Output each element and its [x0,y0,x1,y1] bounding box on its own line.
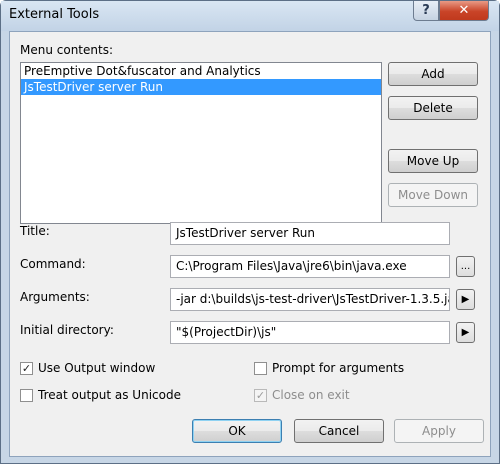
title-bar[interactable]: External Tools ? ✕ [1,1,499,31]
external-tools-dialog: External Tools ? ✕ Menu contents: PreEmp… [0,0,500,464]
title-input[interactable]: JsTestDriver server Run [170,222,450,245]
prompt-arguments-checkbox[interactable] [254,362,267,375]
cancel-button[interactable]: Cancel [294,419,384,443]
list-item-selected[interactable]: JsTestDriver server Run [21,79,381,95]
help-icon: ? [422,3,430,18]
list-item[interactable]: PreEmptive Dot&fuscator and Analytics [21,63,381,79]
ok-button[interactable]: OK [192,419,282,443]
use-output-window-checkbox[interactable]: ✓ [20,362,33,375]
close-on-exit-label: Close on exit [272,388,350,402]
move-up-button[interactable]: Move Up [388,149,478,173]
close-on-exit-checkbox[interactable]: ✓ [254,389,267,402]
dialog-client-area: Menu contents: PreEmptive Dot&fuscator a… [9,31,491,457]
treat-unicode-checkbox[interactable] [20,389,33,402]
arguments-input[interactable]: -jar d:\builds\js-test-driver\JsTestDriv… [170,288,450,311]
command-label: Command: [20,257,86,271]
use-output-window-label: Use Output window [38,361,156,375]
checkmark-icon: ✓ [255,389,266,402]
prompt-arguments-label: Prompt for arguments [272,361,405,375]
initial-directory-label: Initial directory: [20,323,114,337]
initial-directory-input[interactable]: "$(ProjectDir)\js" [170,321,450,344]
delete-button[interactable]: Delete [388,96,478,120]
window-title: External Tools [9,7,100,22]
treat-unicode-label: Treat output as Unicode [38,388,181,402]
ellipsis-icon: ... [460,261,471,272]
apply-button[interactable]: Apply [394,419,484,443]
arguments-macro-button[interactable]: ▶ [456,289,475,310]
arrow-right-icon: ▶ [461,294,470,305]
menu-contents-list[interactable]: PreEmptive Dot&fuscator and Analytics Js… [20,62,382,224]
close-icon: ✕ [458,3,470,18]
initial-directory-macro-button[interactable]: ▶ [456,322,475,343]
command-input[interactable]: C:\Program Files\Java\jre6\bin\java.exe [170,255,450,278]
arrow-right-icon: ▶ [461,327,470,338]
help-button[interactable]: ? [413,1,439,21]
move-down-button[interactable]: Move Down [388,183,478,207]
arguments-label: Arguments: [20,290,90,304]
close-button[interactable]: ✕ [439,1,489,21]
title-label: Title: [20,224,50,238]
menu-contents-label: Menu contents: [20,43,113,57]
checkmark-icon: ✓ [21,362,32,375]
add-button[interactable]: Add [388,62,478,86]
command-browse-button[interactable]: ... [456,256,475,277]
